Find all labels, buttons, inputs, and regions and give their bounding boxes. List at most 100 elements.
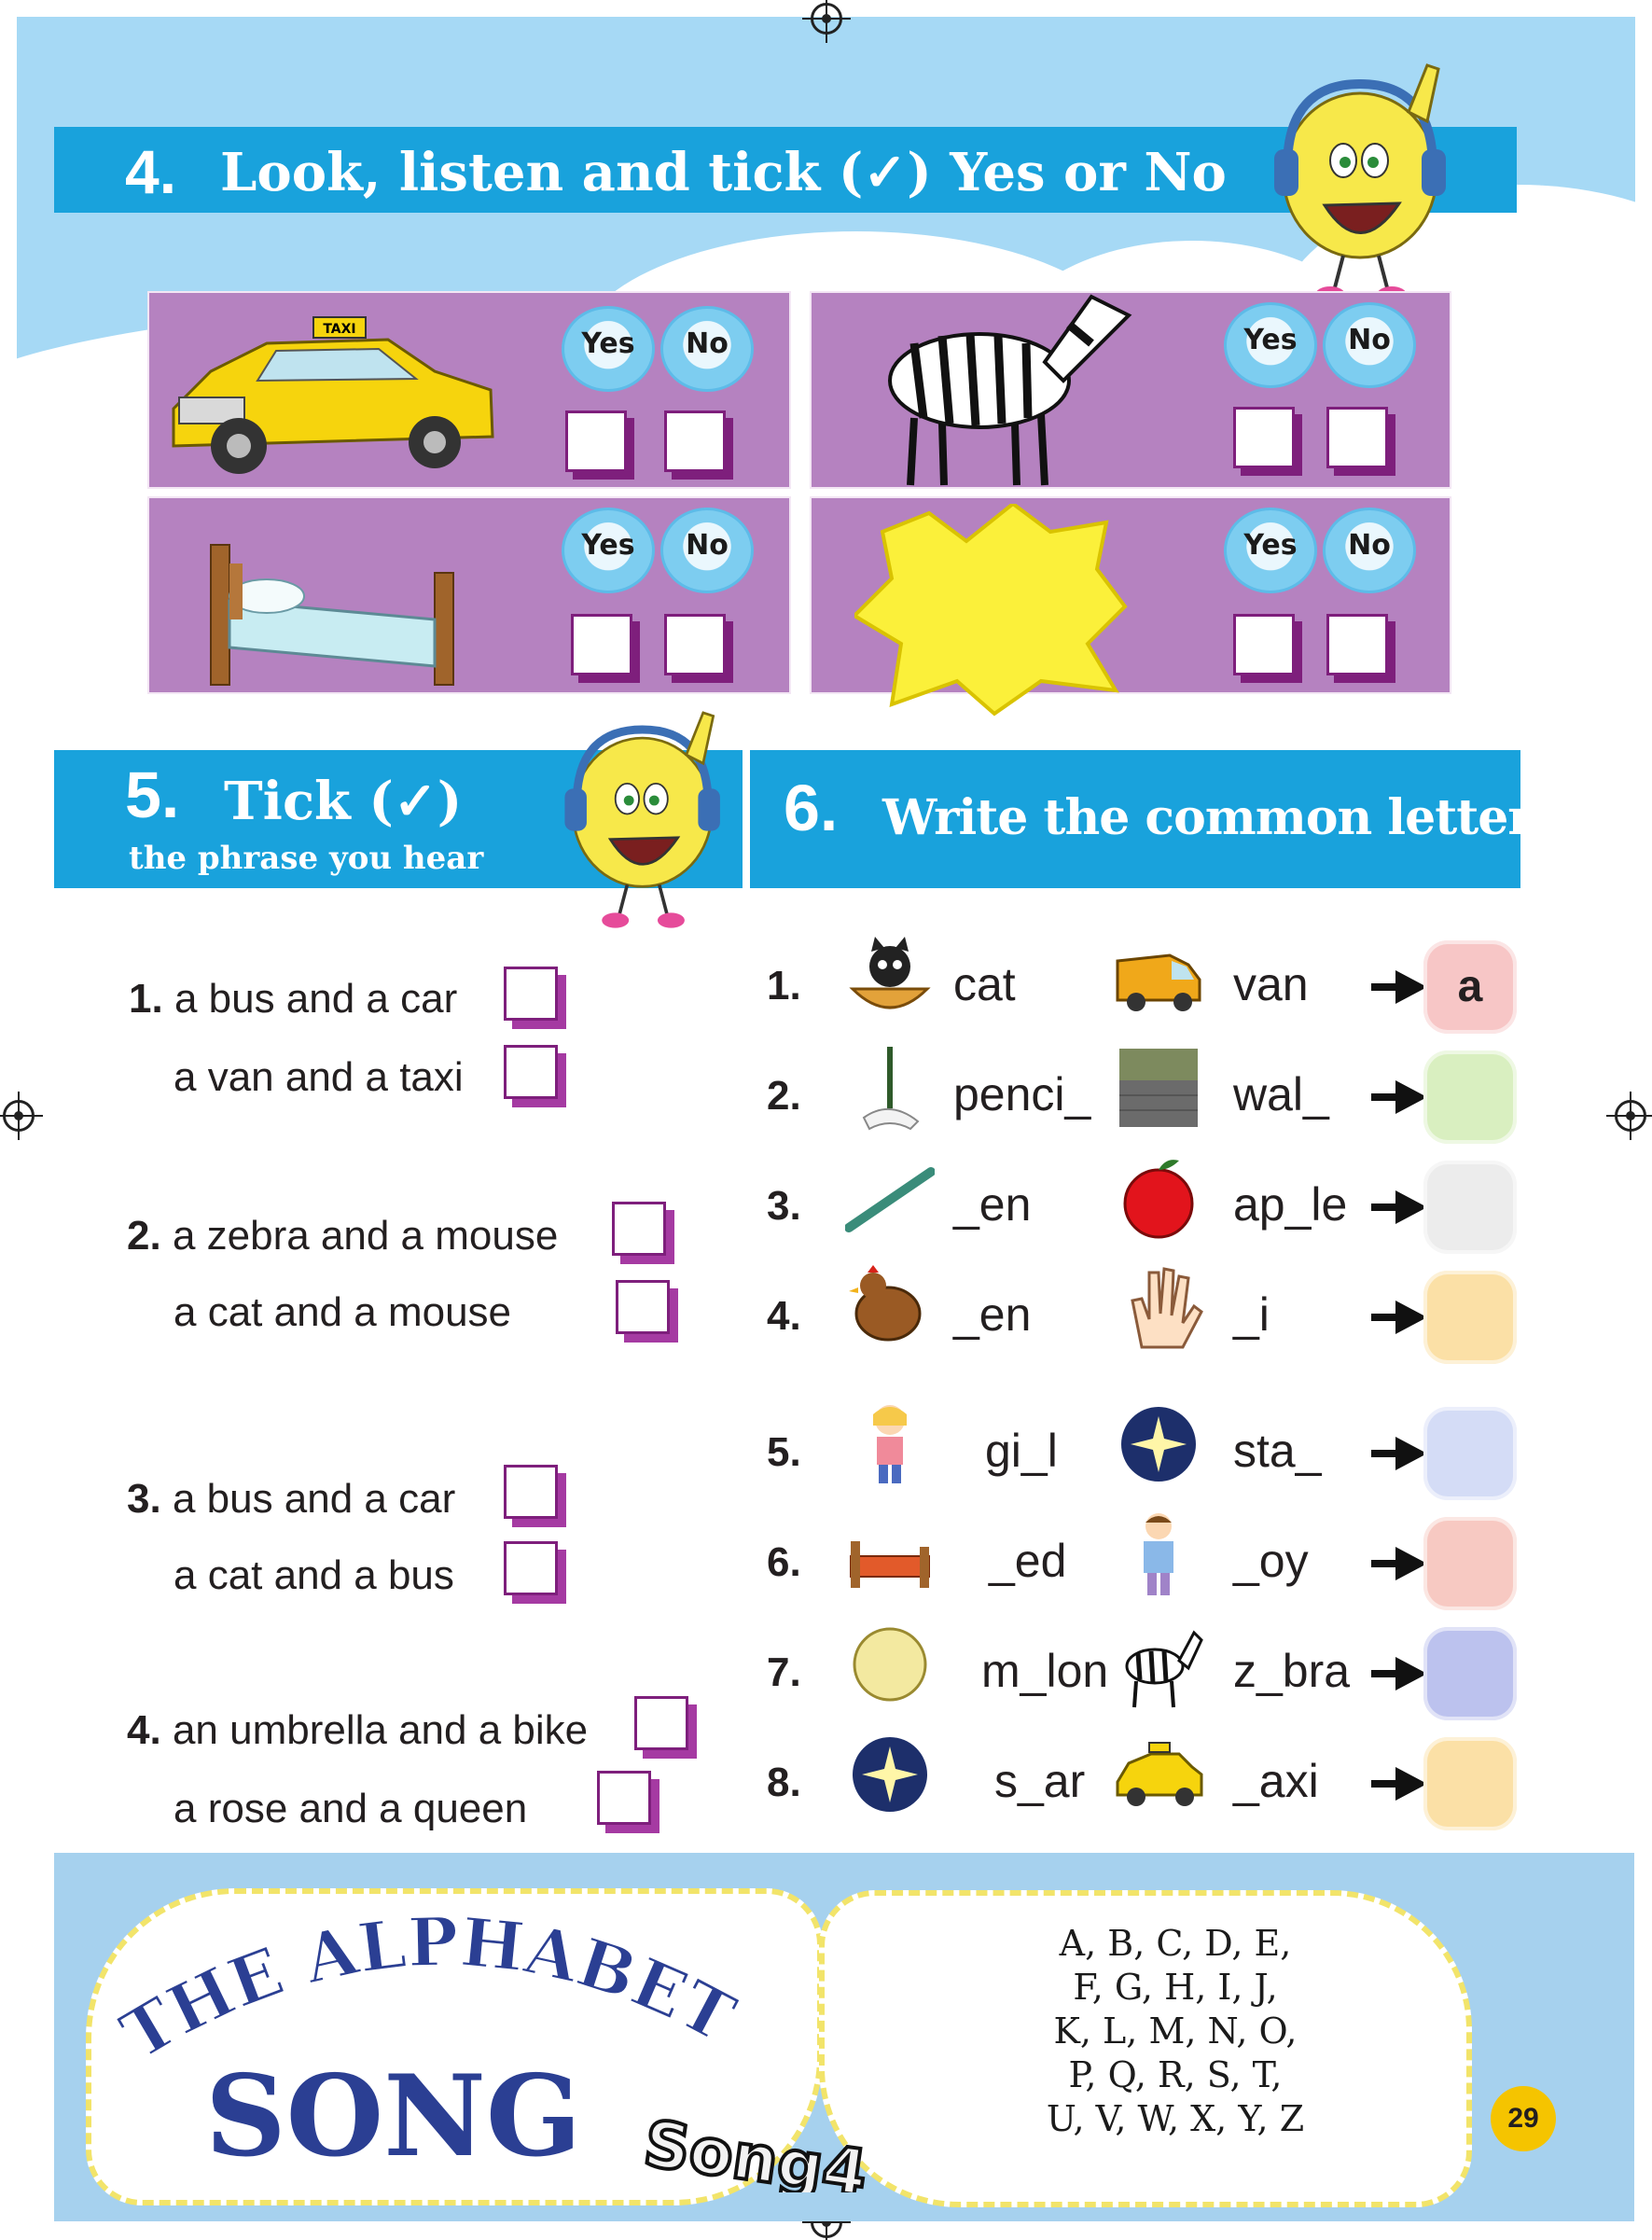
arrow-right-icon bbox=[1369, 1765, 1429, 1802]
ex6-row-number: 4. bbox=[767, 1293, 801, 1339]
song-line: U, V, W, X, Y, Z bbox=[1046, 2098, 1305, 2139]
ex6-row-number: 1. bbox=[767, 963, 801, 1009]
boy-icon bbox=[1114, 1510, 1203, 1604]
ex6-word-2: _axi bbox=[1233, 1755, 1319, 1807]
ex5-item-3-option-b: a cat and a bus bbox=[174, 1552, 454, 1598]
song-line: K, L, M, N, O, bbox=[1053, 2010, 1298, 2052]
ex6-row-number: 3. bbox=[767, 1183, 801, 1229]
page-number: 29 bbox=[1491, 2086, 1556, 2151]
ex6-title: Write the common letter bbox=[882, 789, 1534, 846]
ex4-zebra-no-badge: No bbox=[1323, 302, 1416, 388]
ex4-title: Look, listen and tick (✓) Yes or No bbox=[220, 142, 1227, 203]
arrow-right-icon bbox=[1369, 1189, 1429, 1226]
ex5-item-4-option-b-checkbox[interactable] bbox=[597, 1771, 651, 1825]
ex6-word-1: cat bbox=[953, 958, 1016, 1010]
ex4-taxi-no-checkbox[interactable] bbox=[664, 410, 726, 472]
ex6-answer-tile[interactable] bbox=[1423, 1407, 1517, 1500]
ex6-word-2: van bbox=[1233, 958, 1309, 1010]
ex5-subtitle: the phrase you hear bbox=[129, 840, 484, 877]
ex6-row-number: 7. bbox=[767, 1649, 801, 1695]
ex4-panel-taxi: TAXI Yes No bbox=[147, 291, 791, 489]
registration-mark-top bbox=[811, 3, 842, 35]
ex6-word-1: _ed bbox=[989, 1535, 1067, 1587]
arrow-right-icon bbox=[1369, 1435, 1429, 1472]
melon-icon bbox=[845, 1620, 935, 1714]
ex5-item-1-option-b-checkbox[interactable] bbox=[504, 1045, 558, 1099]
ex5-item-1-option-a-checkbox[interactable] bbox=[504, 967, 558, 1021]
ex4-taxi-yes-badge: Yes bbox=[562, 306, 655, 392]
ex4-zebra-no-checkbox[interactable] bbox=[1326, 407, 1388, 468]
ex6-word-2: _i bbox=[1233, 1288, 1270, 1341]
yellow-splash-icon bbox=[854, 504, 1128, 717]
arrow-right-icon bbox=[1369, 1078, 1429, 1116]
ex5-item-3-option-a: 3. a bus and a car bbox=[127, 1476, 456, 1522]
zebra-icon bbox=[888, 294, 1132, 486]
ex6-row-number: 5. bbox=[767, 1429, 801, 1475]
ex4-panel-yellow: Yes No bbox=[810, 496, 1451, 717]
ex6-word-1: s_ar bbox=[994, 1755, 1086, 1807]
ex6-word-2: wal_ bbox=[1233, 1068, 1329, 1120]
ex5-item-3-option-a-checkbox[interactable] bbox=[504, 1465, 558, 1519]
ex6-answer-tile[interactable]: a bbox=[1423, 940, 1517, 1034]
ex4-yellow-no-badge: No bbox=[1323, 508, 1416, 593]
ex4-panel-bed: Yes No bbox=[147, 496, 791, 694]
ex6-answer-tile[interactable] bbox=[1423, 1627, 1517, 1720]
ex5-item-2-option-b: a cat and a mouse bbox=[174, 1289, 512, 1335]
ex6-word-1: m_lon bbox=[981, 1645, 1109, 1697]
ex4-bed-no-badge: No bbox=[660, 508, 754, 593]
song-track-label: Song4 bbox=[640, 2108, 872, 2192]
hen-icon bbox=[845, 1263, 935, 1357]
ex4-zebra-yes-checkbox[interactable] bbox=[1233, 407, 1295, 468]
taxi-icon: TAXI bbox=[172, 316, 494, 474]
ex4-taxi-yes-checkbox[interactable] bbox=[565, 410, 627, 472]
bed-icon bbox=[845, 1510, 935, 1604]
ex4-bed-no-checkbox[interactable] bbox=[664, 614, 726, 675]
arrow-right-icon bbox=[1369, 1299, 1429, 1336]
song-line: A, B, C, D, E, bbox=[1059, 1923, 1292, 1964]
hand-icon bbox=[1114, 1263, 1203, 1357]
ex6-header: 6. Write the common letter bbox=[750, 750, 1534, 888]
ex5-item-2-option-a-checkbox[interactable] bbox=[612, 1202, 666, 1256]
ex6-row-number: 8. bbox=[767, 1760, 801, 1805]
star-icon bbox=[845, 1730, 935, 1824]
ex6-word-2: ap_le bbox=[1233, 1178, 1348, 1231]
registration-mark-left bbox=[3, 1100, 35, 1132]
arrow-right-icon bbox=[1369, 1545, 1429, 1582]
apple-icon bbox=[1114, 1153, 1203, 1247]
song-title-art: THE ALPHABET SONG Song4 bbox=[112, 1900, 873, 2192]
pencil-icon bbox=[845, 1043, 935, 1137]
ex4-bed-yes-checkbox[interactable] bbox=[571, 614, 632, 675]
ex6-answer-tile[interactable] bbox=[1423, 1517, 1517, 1610]
ex6-number: 6. bbox=[784, 772, 839, 844]
arrow-right-icon bbox=[1369, 968, 1429, 1006]
ex5-item-2-option-b-checkbox[interactable] bbox=[616, 1280, 670, 1334]
ex6-answer-tile[interactable] bbox=[1423, 1050, 1517, 1144]
wall-icon bbox=[1114, 1043, 1203, 1137]
ex6-row-number: 6. bbox=[767, 1539, 801, 1585]
ex4-yellow-no-checkbox[interactable] bbox=[1326, 614, 1388, 675]
ex5-item-2-option-a: 2. a zebra and a mouse bbox=[127, 1213, 559, 1259]
ex6-answer-tile[interactable] bbox=[1423, 1271, 1517, 1364]
ex5-item-3-option-b-checkbox[interactable] bbox=[504, 1541, 558, 1595]
registration-mark-right bbox=[1615, 1100, 1646, 1132]
ex4-yellow-yes-checkbox[interactable] bbox=[1233, 614, 1295, 675]
song-line: P, Q, R, S, T, bbox=[1068, 2054, 1283, 2095]
ex5-number: 5. bbox=[125, 758, 180, 831]
mascot-headphones-icon bbox=[564, 711, 720, 928]
song-lyrics: A, B, C, D, E, F, G, H, I, J, K, L, M, N… bbox=[989, 1922, 1362, 2141]
ex6-answer-tile[interactable] bbox=[1423, 1737, 1517, 1830]
ex5-item-4-option-a-checkbox[interactable] bbox=[634, 1696, 688, 1750]
ex6-word-2: _oy bbox=[1233, 1535, 1309, 1587]
ex5-item-1-option-b: a van and a taxi bbox=[174, 1054, 464, 1100]
ex6-answer-letter: a bbox=[1457, 962, 1483, 1011]
svg-text:TAXI: TAXI bbox=[323, 322, 355, 337]
ex6-word-1: penci_ bbox=[953, 1068, 1091, 1120]
song-line: F, G, H, I, J, bbox=[1073, 1967, 1278, 2008]
ex5-title: Tick (✓) bbox=[224, 771, 463, 832]
girl-icon bbox=[845, 1399, 935, 1494]
ex6-word-1: gi_l bbox=[985, 1425, 1058, 1477]
cat-in-basket-icon bbox=[845, 933, 935, 1027]
ex6-word-2: z_bra bbox=[1233, 1645, 1351, 1697]
arrow-right-icon bbox=[1369, 1655, 1429, 1692]
ex6-answer-tile[interactable] bbox=[1423, 1161, 1517, 1254]
